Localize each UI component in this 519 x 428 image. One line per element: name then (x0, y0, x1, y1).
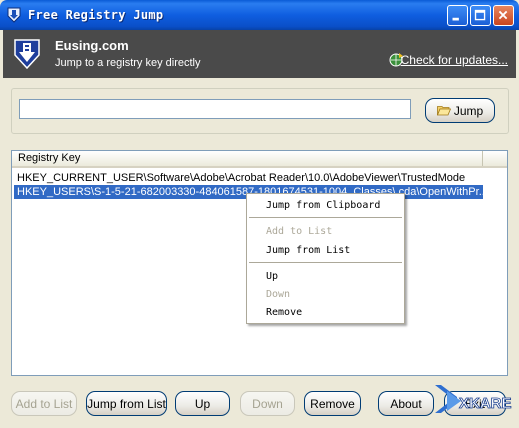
list-item[interactable]: HKEY_CURRENT_USER\Software\Adobe\Acrobat… (14, 171, 483, 185)
maximize-button[interactable] (470, 5, 491, 26)
open-folder-icon (436, 105, 451, 116)
registry-path-input[interactable] (19, 99, 411, 119)
window-title: Free Registry Jump (28, 8, 164, 22)
check-updates-link[interactable]: Check for updates... (401, 53, 508, 67)
minimize-button[interactable] (447, 5, 468, 26)
column-header-registry-key[interactable]: Registry Key (12, 151, 483, 166)
maximize-icon (474, 9, 486, 21)
list-header: Registry Key (12, 151, 507, 168)
minimize-icon (452, 17, 459, 21)
app-icon (7, 7, 21, 23)
down-label: Down (252, 396, 283, 411)
menu-separator (249, 217, 402, 218)
watermark-text: XKARE (459, 395, 512, 412)
menu-item-remove[interactable]: Remove (266, 307, 302, 318)
menu-item-jump-from-list[interactable]: Jump from List (266, 245, 350, 256)
menu-item-up[interactable]: Up (266, 271, 278, 282)
jump-button[interactable]: Jump (425, 98, 495, 123)
remove-label: Remove (310, 396, 355, 411)
remove-button[interactable]: Remove (304, 391, 361, 416)
jump-group: Jump (11, 88, 509, 134)
tagline: Jump to a registry key directly (55, 57, 201, 69)
menu-item-jump-from-clipboard[interactable]: Jump from Clipboard (266, 200, 380, 211)
registry-jump-logo-icon (14, 39, 40, 70)
context-menu: Jump from Clipboard Add to List Jump fro… (246, 193, 405, 324)
jump-from-list-label: Jump from List (87, 396, 166, 411)
add-to-list-label: Add to List (15, 396, 73, 411)
down-button[interactable]: Down (240, 391, 295, 416)
up-label: Up (194, 396, 211, 411)
about-button[interactable]: About (378, 391, 434, 416)
menu-item-down: Down (266, 289, 291, 300)
about-label: About (390, 396, 422, 411)
up-button[interactable]: Up (175, 391, 230, 416)
menu-separator (249, 262, 402, 263)
header-banner: Eusing.com Jump to a registry key direct… (3, 30, 516, 78)
menu-item-add-to-list: Add to List (266, 226, 333, 237)
add-to-list-button[interactable]: Add to List (11, 391, 77, 416)
xkare-watermark-logo: XKARE (435, 385, 512, 413)
jump-button-label: Jump (453, 103, 484, 118)
jump-from-list-button[interactable]: Jump from List (86, 391, 167, 416)
title-bar[interactable]: Free Registry Jump (0, 0, 519, 30)
close-button[interactable] (493, 5, 514, 26)
close-icon (498, 10, 508, 20)
brand-name: Eusing.com (55, 38, 129, 53)
